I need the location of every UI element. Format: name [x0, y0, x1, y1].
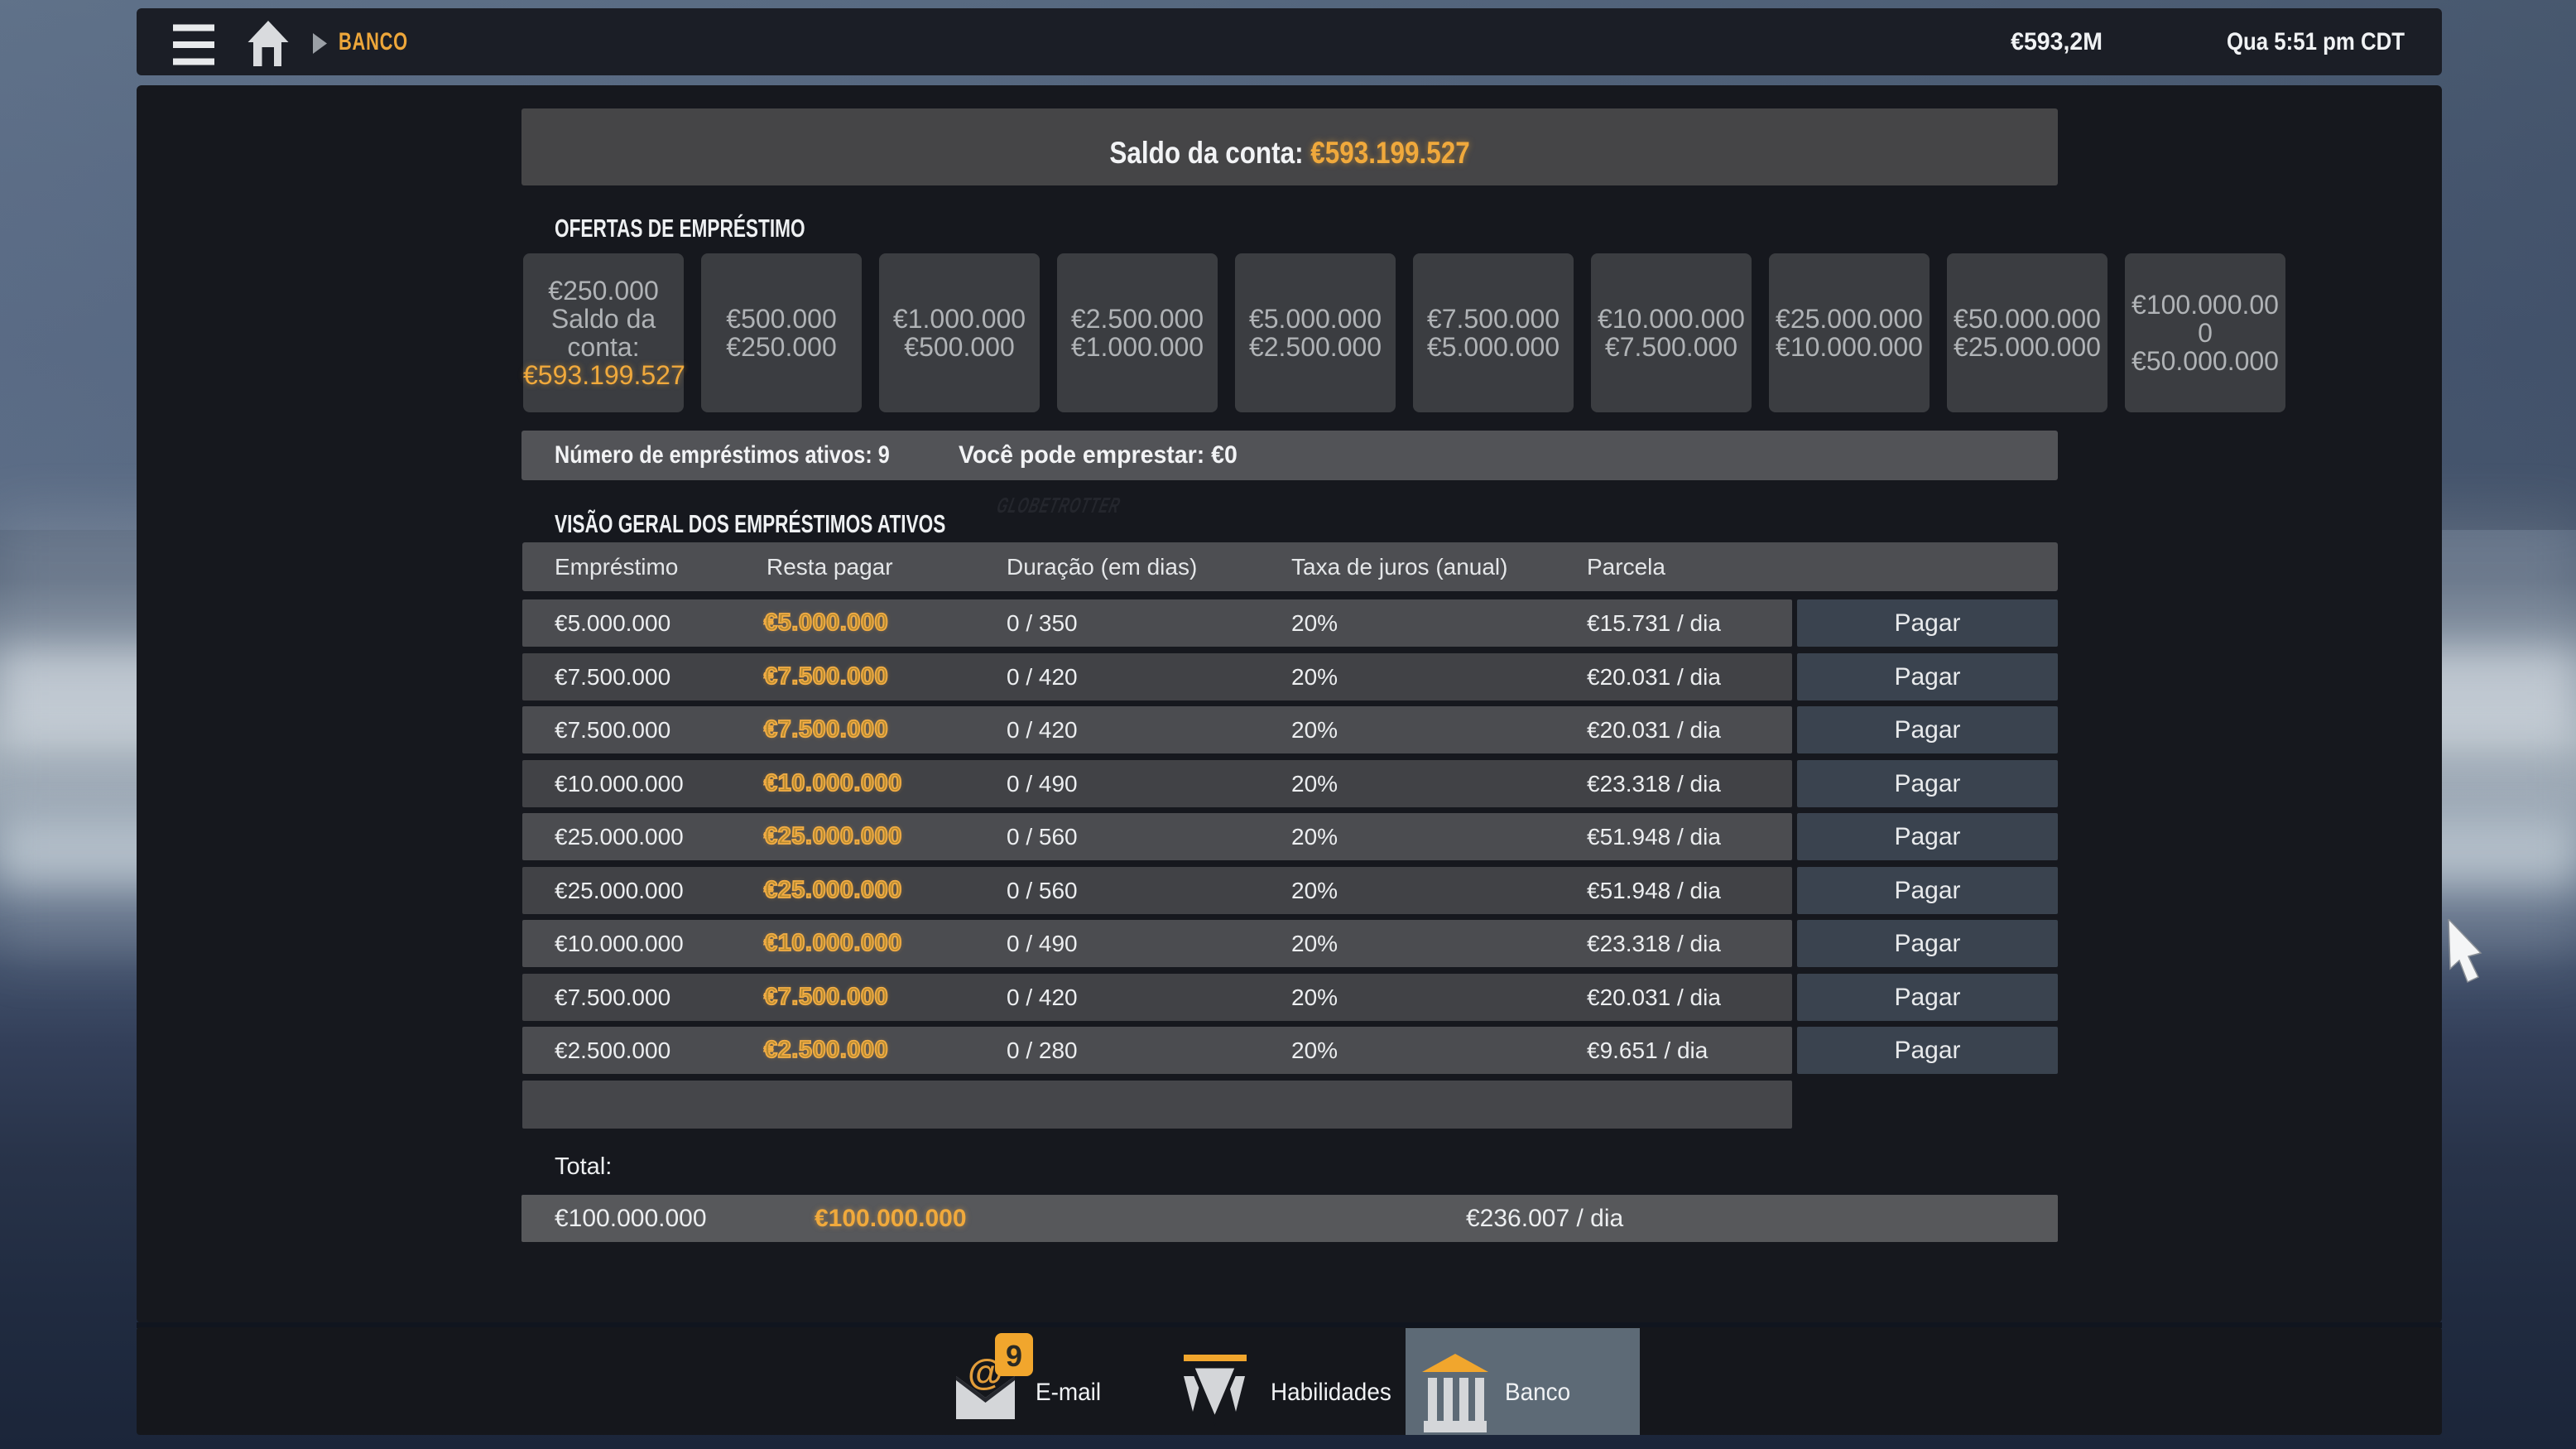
svg-text:9: 9	[1006, 1339, 1022, 1373]
